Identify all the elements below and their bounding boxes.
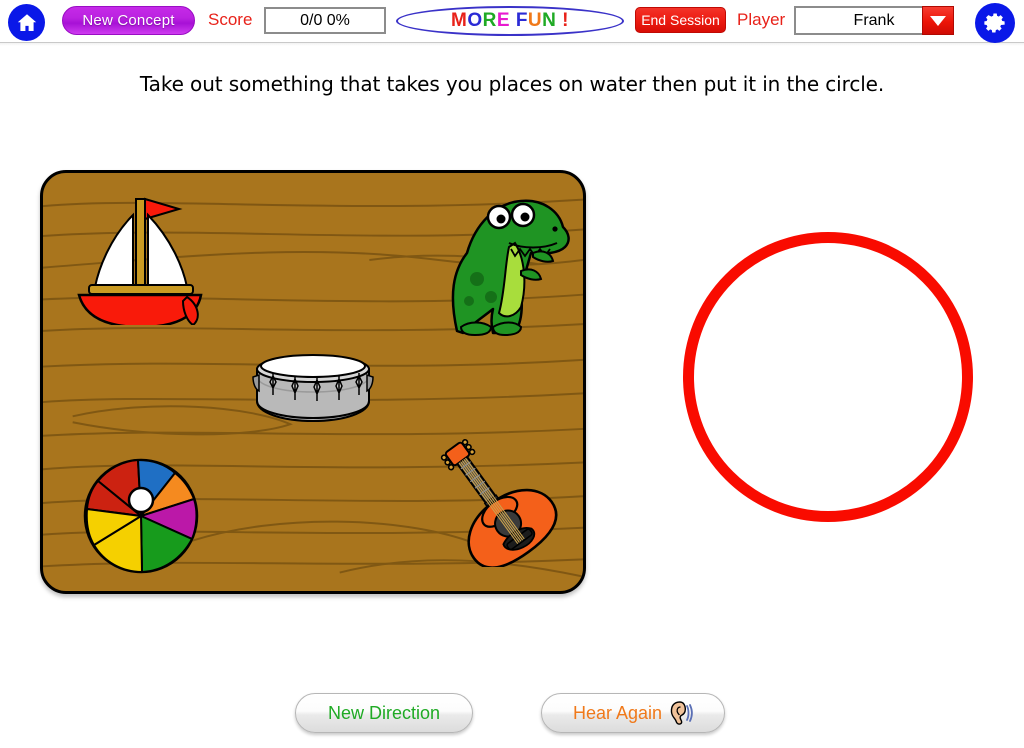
score-value: 0/0 0% — [300, 11, 350, 29]
object-drum[interactable] — [251, 351, 375, 423]
more-fun-letter: ! — [562, 10, 569, 31]
more-fun-letter: U — [527, 10, 543, 31]
score-label: Score — [208, 10, 253, 29]
new-concept-label: New Concept — [82, 12, 175, 29]
top-toolbar: New Concept Score 0/0 0% MORE FUN ! End … — [0, 0, 1024, 46]
end-session-label: End Session — [641, 12, 720, 28]
gear-icon — [984, 13, 1005, 33]
object-guitar[interactable] — [403, 435, 573, 567]
new-concept-button[interactable]: New Concept — [62, 6, 195, 35]
player-value: Frank — [853, 11, 895, 29]
more-fun-letter: E — [496, 10, 511, 31]
end-session-button[interactable]: End Session — [635, 7, 726, 33]
hear-again-button[interactable]: Hear Again — [541, 693, 725, 733]
settings-button[interactable] — [975, 3, 1015, 43]
score-value-box: 0/0 0% — [264, 7, 386, 34]
player-dropdown-button[interactable] — [922, 6, 954, 35]
new-direction-button[interactable]: New Direction — [295, 693, 473, 733]
more-fun-letter: F — [515, 10, 528, 31]
game-screen: New Concept Score 0/0 0% MORE FUN ! End … — [0, 0, 1024, 748]
more-fun-letter: O — [467, 10, 483, 31]
hear-again-label: Hear Again — [572, 702, 663, 723]
player-label: Player — [737, 10, 786, 29]
more-fun-letter: N — [542, 10, 557, 31]
new-direction-label: New Direction — [327, 702, 441, 723]
instruction-text: Take out something that takes you places… — [139, 72, 885, 96]
more-fun-label: MORE FUN ! — [451, 10, 569, 32]
ear-icon — [670, 701, 693, 725]
wooden-board[interactable] — [40, 170, 586, 594]
more-fun-letter: M — [451, 10, 468, 31]
home-icon — [17, 13, 36, 31]
chevron-down-icon — [930, 15, 946, 26]
object-beach-ball[interactable] — [82, 457, 200, 575]
more-fun-button[interactable]: MORE FUN ! — [396, 6, 624, 36]
more-fun-letter: R — [482, 10, 497, 31]
object-dinosaur[interactable] — [447, 175, 583, 339]
object-sailboat[interactable] — [75, 185, 205, 325]
drop-circle[interactable] — [683, 232, 973, 522]
home-button[interactable] — [8, 4, 45, 41]
